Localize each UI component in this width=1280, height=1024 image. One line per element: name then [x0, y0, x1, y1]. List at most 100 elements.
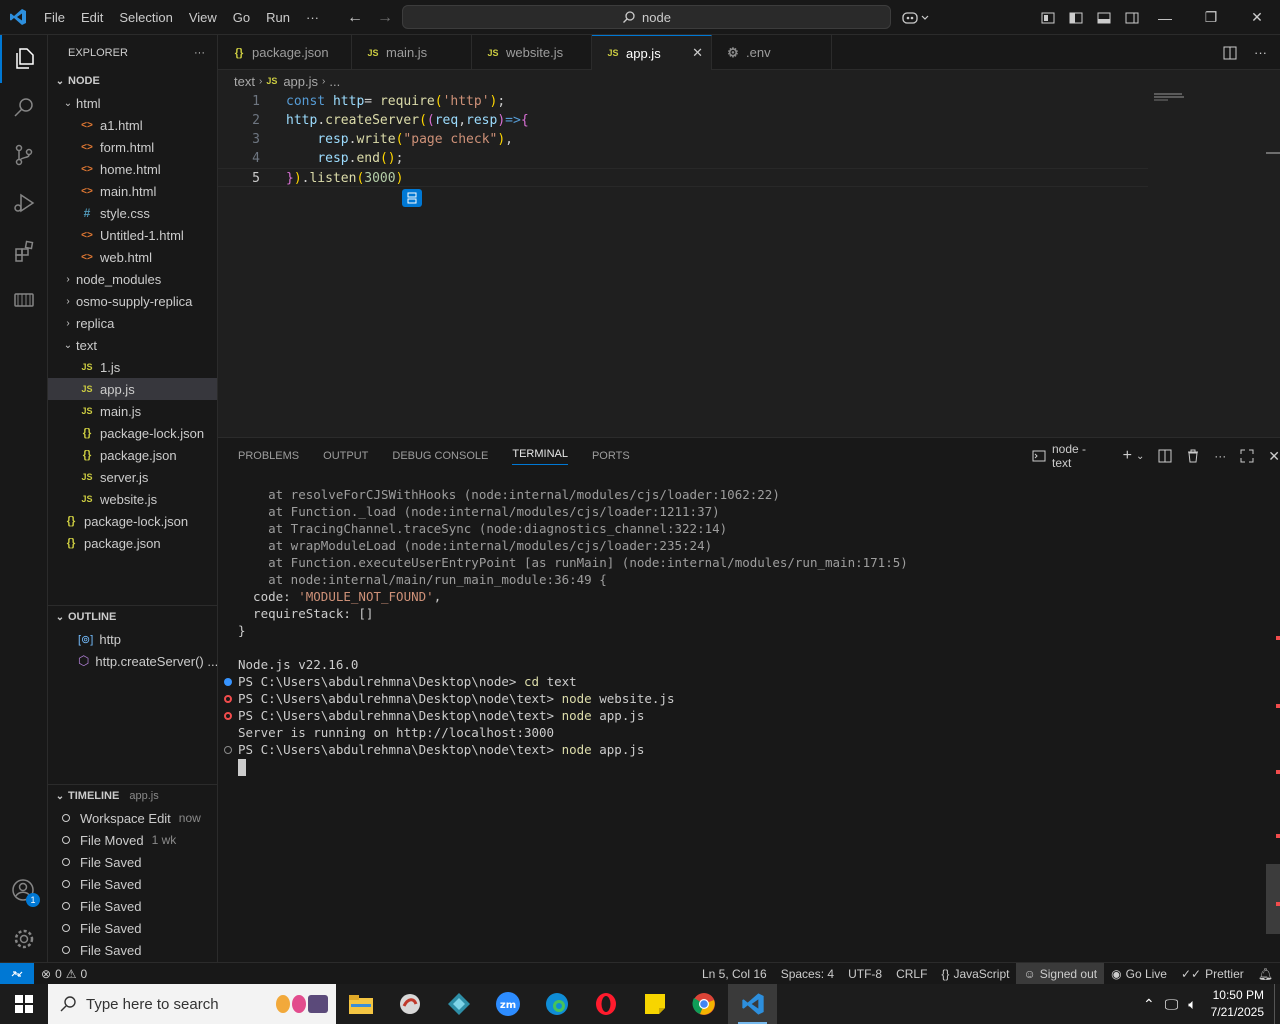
- customize-layout-icon[interactable]: [1040, 10, 1056, 26]
- panel-tab[interactable]: DEBUG CONSOLE: [392, 450, 488, 462]
- command-decoration-icon[interactable]: [224, 695, 232, 703]
- network-icon[interactable]: 🖵︎: [1165, 996, 1179, 1013]
- terminal-output[interactable]: at resolveForCJSWithHooks (node:internal…: [218, 486, 1258, 906]
- file-item[interactable]: <> Untitled-1.html: [48, 224, 217, 246]
- search-icon[interactable]: [0, 83, 48, 131]
- file-item[interactable]: JS server.js: [48, 466, 217, 488]
- menu-item[interactable]: ···: [298, 0, 327, 35]
- go-live-button[interactable]: ◉ Go Live: [1104, 963, 1174, 985]
- file-item[interactable]: <> main.html: [48, 180, 217, 202]
- outline-header[interactable]: ⌄ OUTLINE: [48, 606, 217, 628]
- back-arrow-icon[interactable]: ←: [342, 9, 368, 27]
- breadcrumb-file[interactable]: app.js: [283, 74, 318, 89]
- chevron-down-icon[interactable]: ⌄: [1136, 451, 1144, 462]
- file-item[interactable]: JS website.js: [48, 488, 217, 510]
- extensions-icon[interactable]: [0, 227, 48, 275]
- file-item[interactable]: JS main.js: [48, 400, 217, 422]
- command-decoration-icon[interactable]: [224, 712, 232, 720]
- copilot-button[interactable]: [902, 0, 930, 35]
- forward-arrow-icon[interactable]: →: [372, 9, 398, 27]
- folder-item[interactable]: ⌄ html: [48, 92, 217, 114]
- panel-more-actions-icon[interactable]: ···: [1214, 449, 1226, 463]
- breadcrumb-more[interactable]: ...: [329, 74, 340, 89]
- timeline-item[interactable]: File Saved: [48, 851, 217, 873]
- prettier-status[interactable]: ✓✓ Prettier: [1174, 963, 1251, 985]
- minimap[interactable]: [1154, 93, 1184, 103]
- file-item[interactable]: <> form.html: [48, 136, 217, 158]
- edge-browser-icon[interactable]: [532, 984, 581, 1024]
- vscode-taskbar-icon[interactable]: [728, 984, 777, 1024]
- taskbar-clock[interactable]: 10:50 PM 7/21/2025: [1211, 987, 1264, 1021]
- file-item[interactable]: JS 1.js: [48, 356, 217, 378]
- timeline-item[interactable]: Workspace Edit now: [48, 807, 217, 829]
- minimize-icon[interactable]: —: [1142, 0, 1188, 35]
- copilot-status[interactable]: ☺ Signed out: [1016, 962, 1105, 985]
- file-item[interactable]: {} package.json: [48, 532, 217, 554]
- file-item[interactable]: {} package-lock.json: [48, 510, 217, 532]
- remote-explorer-icon[interactable]: [0, 275, 48, 323]
- panel-tab[interactable]: OUTPUT: [323, 450, 368, 462]
- file-item[interactable]: # style.css: [48, 202, 217, 224]
- command-decoration-icon[interactable]: [224, 746, 232, 754]
- remote-indicator[interactable]: [0, 962, 34, 985]
- folder-item[interactable]: › osmo-supply-replica: [48, 290, 217, 312]
- language-mode[interactable]: {} JavaScript: [934, 963, 1016, 985]
- file-item[interactable]: <> web.html: [48, 246, 217, 268]
- close-tab-icon[interactable]: ✕: [692, 45, 703, 61]
- panel-tab[interactable]: TERMINAL: [512, 448, 568, 465]
- timeline-item[interactable]: File Saved: [48, 873, 217, 895]
- folder-item[interactable]: › replica: [48, 312, 217, 334]
- file-item[interactable]: <> a1.html: [48, 114, 217, 136]
- tab-js[interactable]: JS app.js ✕: [592, 35, 712, 70]
- terminal-instance-dropdown[interactable]: node - text: [1032, 442, 1109, 470]
- menu-item[interactable]: View: [181, 0, 225, 35]
- timeline-item[interactable]: File Saved: [48, 939, 217, 961]
- menu-item[interactable]: Selection: [111, 0, 180, 35]
- menu-item[interactable]: Edit: [73, 0, 111, 35]
- code-editor[interactable]: 1 const http= require('http'); 2 http.crea…: [218, 92, 1280, 437]
- command-center-search[interactable]: node: [402, 5, 891, 29]
- tab-js[interactable]: JS website.js: [472, 35, 592, 70]
- tab-json[interactable]: {} package.json: [218, 35, 352, 70]
- folder-root-header[interactable]: ⌄ NODE: [48, 70, 217, 92]
- menu-item[interactable]: Run: [258, 0, 298, 35]
- sticky-notes-icon[interactable]: [630, 984, 679, 1024]
- notifications-bell-icon[interactable]: 🔔︎: [1251, 963, 1280, 985]
- run-debug-icon[interactable]: [0, 179, 48, 227]
- code-action-lightbulb-icon[interactable]: [402, 189, 422, 207]
- panel-tab[interactable]: PROBLEMS: [238, 450, 299, 462]
- command-decoration-icon[interactable]: [224, 678, 232, 686]
- timeline-item[interactable]: File Saved: [48, 895, 217, 917]
- outline-item-createserver[interactable]: ⬡ http.createServer() ...: [48, 650, 217, 672]
- timeline-header[interactable]: ⌄ TIMELINE app.js: [48, 785, 217, 807]
- toggle-panel-icon[interactable]: [1096, 10, 1112, 26]
- windows-start-icon[interactable]: [0, 984, 48, 1024]
- menu-item[interactable]: Go: [225, 0, 258, 35]
- maximize-panel-icon[interactable]: [1240, 449, 1254, 463]
- file-item[interactable]: {} package.json: [48, 444, 217, 466]
- terminal-scrollbar[interactable]: [1266, 438, 1280, 963]
- zoom-icon[interactable]: zm: [483, 984, 532, 1024]
- outline-item-http[interactable]: [⊚] http: [48, 628, 217, 650]
- more-actions-icon[interactable]: ···: [194, 47, 205, 59]
- cursor-position[interactable]: Ln 5, Col 16: [695, 963, 774, 985]
- tab-gear[interactable]: ⚙ .env: [712, 35, 832, 70]
- app-diamond-icon[interactable]: [434, 984, 483, 1024]
- timeline-item[interactable]: File Saved: [48, 917, 217, 939]
- problems-indicator[interactable]: ⊗ 0 ⚠ 0: [34, 963, 94, 985]
- show-desktop-button[interactable]: [1274, 984, 1280, 1024]
- new-terminal-icon[interactable]: +: [1123, 447, 1132, 465]
- indentation[interactable]: Spaces: 4: [774, 963, 841, 985]
- chrome-browser-icon[interactable]: [679, 984, 728, 1024]
- opera-browser-icon[interactable]: [581, 984, 630, 1024]
- timeline-item[interactable]: File Moved 1 wk: [48, 829, 217, 851]
- folder-item[interactable]: ⌄ text: [48, 334, 217, 356]
- toggle-secondary-sidebar-icon[interactable]: [1124, 10, 1140, 26]
- file-explorer-icon[interactable]: [336, 984, 385, 1024]
- split-terminal-icon[interactable]: [1158, 449, 1172, 463]
- taskbar-search-box[interactable]: Type here to search: [48, 984, 336, 1024]
- close-window-icon[interactable]: ✕: [1234, 0, 1280, 35]
- folder-item[interactable]: › node_modules: [48, 268, 217, 290]
- file-item[interactable]: JS app.js: [48, 378, 217, 400]
- trash-icon[interactable]: [1186, 449, 1200, 463]
